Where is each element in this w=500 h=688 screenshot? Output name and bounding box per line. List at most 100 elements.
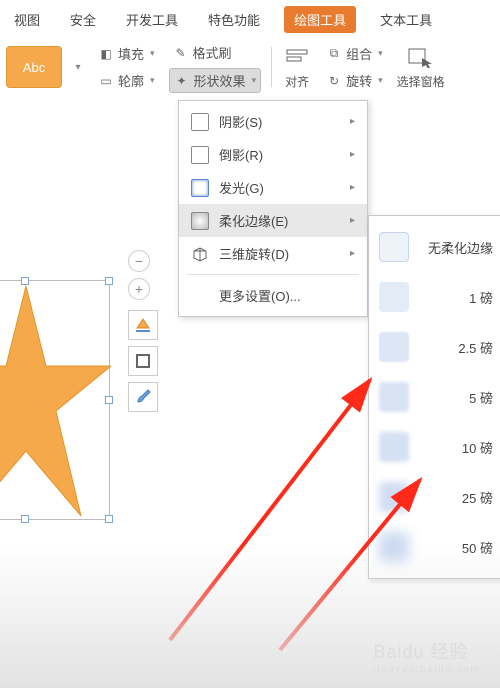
align-icon	[282, 45, 312, 71]
rotate-button[interactable]: ↻ 旋转 ▾	[322, 69, 387, 92]
reflection-icon	[191, 146, 209, 164]
menu-more-settings[interactable]: 更多设置(O)...	[179, 279, 367, 312]
align-button[interactable]: 对齐	[282, 45, 312, 90]
menu-glow-label: 发光(G)	[219, 178, 264, 197]
soft-edge-2-label: 2.5 磅	[421, 338, 497, 357]
watermark-sub: jingyan.baidu.com	[373, 664, 480, 674]
outline-icon: ▭	[98, 73, 114, 89]
menu-shadow-label: 阴影(S)	[219, 112, 262, 131]
align-label: 对齐	[285, 73, 309, 90]
tab-devtools[interactable]: 开发工具	[120, 6, 184, 33]
menu-soft-edge[interactable]: 柔化边缘(E) ▸	[179, 204, 367, 237]
select-pane-button[interactable]: 选择窗格	[397, 45, 445, 90]
soft-edge-4-label: 10 磅	[421, 438, 497, 457]
soft-edge-swatch-5	[379, 482, 409, 512]
chevron-down-icon: ▾	[378, 48, 383, 59]
group-icon: ⧉	[326, 46, 342, 62]
soft-edge-50pt[interactable]: 50 磅	[369, 522, 500, 572]
shape-style-preview[interactable]: Abc	[6, 46, 62, 88]
glow-icon	[191, 179, 209, 197]
tool-shape-outline[interactable]	[128, 346, 158, 376]
menu-3d-rotation[interactable]: 三维旋转(D) ▸	[179, 237, 367, 270]
select-pane-label: 选择窗格	[397, 73, 445, 90]
chevron-right-icon: ▸	[350, 149, 355, 160]
soft-edge-5pt[interactable]: 5 磅	[369, 372, 500, 422]
soft-edge-none[interactable]: 无柔化边缘	[369, 222, 500, 272]
shape-effect-label: 形状效果	[194, 71, 246, 90]
chevron-right-icon: ▸	[350, 182, 355, 193]
fill-icon: ◧	[98, 46, 114, 62]
soft-edge-1-label: 1 磅	[421, 288, 497, 307]
outline-button[interactable]: ▭ 轮廓 ▾	[94, 69, 159, 92]
soft-edge-swatch-4	[379, 432, 409, 462]
tool-brush[interactable]	[128, 382, 158, 412]
soft-edge-none-label: 无柔化边缘	[421, 238, 497, 257]
tool-shape-fill[interactable]	[128, 310, 158, 340]
soft-edge-6-label: 50 磅	[421, 538, 497, 557]
fill-label: 填充	[118, 44, 144, 63]
watermark-main: Baidu 经验	[373, 642, 468, 662]
soft-edge-1pt[interactable]: 1 磅	[369, 272, 500, 322]
group-label: 组合	[346, 44, 372, 63]
tab-security[interactable]: 安全	[64, 6, 102, 33]
soft-edge-25pt[interactable]: 25 磅	[369, 472, 500, 522]
soft-edge-submenu: 无柔化边缘 1 磅 2.5 磅 5 磅 10 磅 25 磅 50 磅	[368, 215, 500, 579]
tab-special[interactable]: 特色功能	[202, 6, 266, 33]
chevron-down-icon: ▾	[150, 48, 155, 59]
ribbon-separator	[271, 47, 272, 87]
soft-edge-10pt[interactable]: 10 磅	[369, 422, 500, 472]
selected-shape[interactable]	[0, 280, 110, 520]
rotate-label: 旋转	[346, 71, 372, 90]
soft-edge-5-label: 25 磅	[421, 488, 497, 507]
soft-edge-2.5pt[interactable]: 2.5 磅	[369, 322, 500, 372]
soft-edge-swatch-1	[379, 282, 409, 312]
chevron-down-icon: ▾	[150, 75, 155, 86]
resize-handle[interactable]	[21, 515, 29, 523]
menu-glow[interactable]: 发光(G) ▸	[179, 171, 367, 204]
soft-edge-swatch-3	[379, 382, 409, 412]
zoom-out-button[interactable]: −	[128, 250, 150, 272]
soft-edge-3-label: 5 磅	[421, 388, 497, 407]
chevron-right-icon: ▸	[350, 248, 355, 259]
soft-edge-icon	[191, 212, 209, 230]
blank-icon	[191, 287, 209, 305]
menu-divider	[187, 274, 359, 275]
watermark-text: Baidu 经验 jingyan.baidu.com	[373, 638, 480, 674]
menu-shadow[interactable]: 阴影(S) ▸	[179, 105, 367, 138]
shape-effect-icon: ✦	[174, 73, 190, 89]
rotation-3d-icon	[191, 245, 209, 263]
soft-edge-swatch-6	[379, 532, 409, 562]
chevron-down-icon: ▾	[252, 75, 257, 86]
shadow-icon	[191, 113, 209, 131]
chevron-right-icon: ▸	[350, 116, 355, 127]
tab-drawing-tools[interactable]: 绘图工具	[284, 6, 356, 33]
resize-handle[interactable]	[105, 515, 113, 523]
zoom-in-button[interactable]: +	[128, 278, 150, 300]
tab-text-tools[interactable]: 文本工具	[374, 6, 438, 33]
shape-effect-button[interactable]: ✦ 形状效果 ▾	[169, 68, 262, 93]
resize-handle[interactable]	[105, 277, 113, 285]
rotate-icon: ↻	[326, 73, 342, 89]
chevron-right-icon: ▸	[350, 215, 355, 226]
soft-edge-swatch-2	[379, 332, 409, 362]
menu-more-label: 更多设置(O)...	[219, 286, 301, 305]
format-painter-label: 格式刷	[193, 43, 232, 62]
menu-reflection-label: 倒影(R)	[219, 145, 263, 164]
tab-view[interactable]: 视图	[8, 6, 46, 33]
shape-style-dropdown[interactable]: ▾	[72, 46, 84, 88]
resize-handle[interactable]	[105, 396, 113, 404]
menu-soft-edge-label: 柔化边缘(E)	[219, 211, 288, 230]
resize-handle[interactable]	[21, 277, 29, 285]
chevron-down-icon: ▾	[378, 75, 383, 86]
format-painter-button[interactable]: ✎ 格式刷	[169, 41, 262, 64]
fill-button[interactable]: ◧ 填充 ▾	[94, 42, 159, 65]
outline-label: 轮廓	[118, 71, 144, 90]
group-button[interactable]: ⧉ 组合 ▾	[322, 42, 387, 65]
watermark: Baidu 经验 jingyan.baidu.com	[373, 638, 480, 674]
menu-3d-rotation-label: 三维旋转(D)	[219, 244, 289, 263]
shape-effect-menu: 阴影(S) ▸ 倒影(R) ▸ 发光(G) ▸ 柔化边缘(E) ▸ 三维旋转(D…	[178, 100, 368, 317]
select-pane-icon	[406, 45, 436, 71]
menu-reflection[interactable]: 倒影(R) ▸	[179, 138, 367, 171]
format-painter-icon: ✎	[173, 45, 189, 61]
soft-edge-swatch-none	[379, 232, 409, 262]
